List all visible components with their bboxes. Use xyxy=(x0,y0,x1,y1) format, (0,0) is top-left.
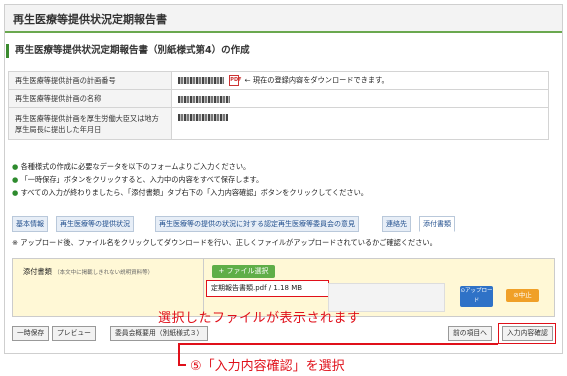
step-annotation: ⑤「入力内容確認」を選択 xyxy=(190,359,345,374)
pdf-download-icon[interactable]: PDF xyxy=(229,75,242,86)
title-bar: 再生医療等提供状況定期報告書 xyxy=(5,5,562,33)
redacted-value xyxy=(178,77,224,84)
submission-date-value xyxy=(171,107,549,140)
tab-provision-status[interactable]: 再生医療等の提供状況 xyxy=(56,216,134,232)
note-text: すべての入力が終わりましたら、「添付書類」タブ右下の「入力内容確認」ボタンをクリ… xyxy=(20,188,368,197)
callout-line xyxy=(178,343,498,345)
attachment-sublabel: （本文中に掲載しきれない説明資料等） xyxy=(54,270,154,276)
cancel-button[interactable]: ⊘中止 xyxy=(506,289,539,302)
save-button[interactable]: 一時保存 xyxy=(12,326,50,341)
list-item: ● すべての入力が終わりましたら、「添付書類」タブ右下の「入力内容確認」ボタンを… xyxy=(12,188,368,197)
selected-file[interactable]: 定期報告書類.pdf / 1.18 MB xyxy=(206,280,329,297)
committee-summary-button[interactable]: 委員会概要用（別紙様式３） xyxy=(110,326,209,341)
table-row: 再生医療等提供計画の計画番号 PDF ← 現在の登録内容をダウンロードできます。 xyxy=(8,71,549,90)
table-row: 再生医療等提供計画の名称 xyxy=(8,89,549,108)
redacted-value xyxy=(178,113,228,121)
confirm-highlight-box xyxy=(498,323,556,344)
file-select-button[interactable]: + ファイル選択 xyxy=(212,265,275,278)
table-row: 再生医療等提供計画を厚生労働大臣又は地方厚生局長に提出した年月日 xyxy=(8,107,549,140)
plan-number-value: PDF ← 現在の登録内容をダウンロードできます。 xyxy=(171,71,549,90)
section-title: 再生医療等提供状況定期報告書（別紙様式第4）の作成 xyxy=(6,44,250,58)
download-hint: ← 現在の登録内容をダウンロードできます。 xyxy=(244,75,389,85)
instruction-list: ● 各種様式の作成に必要なデータを以下のフォームよりご入力ください。 ● 「一時… xyxy=(12,160,552,199)
tab-basic-info[interactable]: 基本情報 xyxy=(12,216,48,232)
tab-contact[interactable]: 連絡先 xyxy=(382,216,411,232)
tab-committee-opinion[interactable]: 再生医療等の提供の状況に対する認定再生医療等委員会の意見 xyxy=(155,216,359,232)
redacted-value xyxy=(178,95,230,103)
list-item: ● 各種様式の作成に必要なデータを以下のフォームよりご入力ください。 xyxy=(12,162,251,171)
list-item: ● 「一時保存」ボタンをクリックすると、入力中の内容をすべて保存します。 xyxy=(12,175,264,184)
upload-note: ※ アップロード後、ファイル名をクリックしてダウンロードを行い、正しくファイルが… xyxy=(12,238,437,247)
plan-name-value xyxy=(171,89,549,108)
callout-line xyxy=(178,364,186,366)
preview-button[interactable]: プレビュー xyxy=(52,326,96,341)
plan-info-table: 再生医療等提供計画の計画番号 PDF ← 現在の登録内容をダウンロードできます。… xyxy=(8,71,549,140)
note-text: 「一時保存」ボタンをクリックすると、入力中の内容をすべて保存します。 xyxy=(20,175,264,184)
plan-number-label: 再生医療等提供計画の計画番号 xyxy=(8,71,172,90)
page-title: 再生医療等提供状況定期報告書 xyxy=(13,13,167,26)
note-text: 各種様式の作成に必要なデータを以下のフォームよりご入力ください。 xyxy=(20,162,251,171)
plan-name-label: 再生医療等提供計画の名称 xyxy=(8,89,172,108)
callout-line xyxy=(178,343,180,365)
tab-attachments[interactable]: 添付書類 xyxy=(419,216,455,232)
upload-button[interactable]: ⊙アップロード xyxy=(460,286,493,307)
submission-date-label: 再生医療等提供計画を厚生労働大臣又は地方厚生局長に提出した年月日 xyxy=(8,107,172,140)
prev-section-button[interactable]: 前の項目へ xyxy=(448,326,492,341)
attachment-label: 添付書類 （本文中に掲載しきれない説明資料等） xyxy=(23,267,154,276)
file-shown-annotation: 選択したファイルが表示されます xyxy=(158,311,361,326)
